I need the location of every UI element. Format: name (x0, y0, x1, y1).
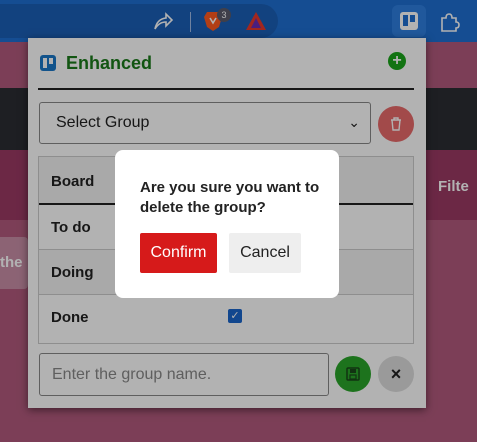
confirm-button[interactable]: Confirm (140, 233, 217, 273)
cancel-button[interactable]: Cancel (229, 233, 301, 273)
confirm-dialog: Are you sure you want to delete the grou… (115, 150, 339, 298)
confirm-message: Are you sure you want to delete the grou… (140, 179, 320, 216)
